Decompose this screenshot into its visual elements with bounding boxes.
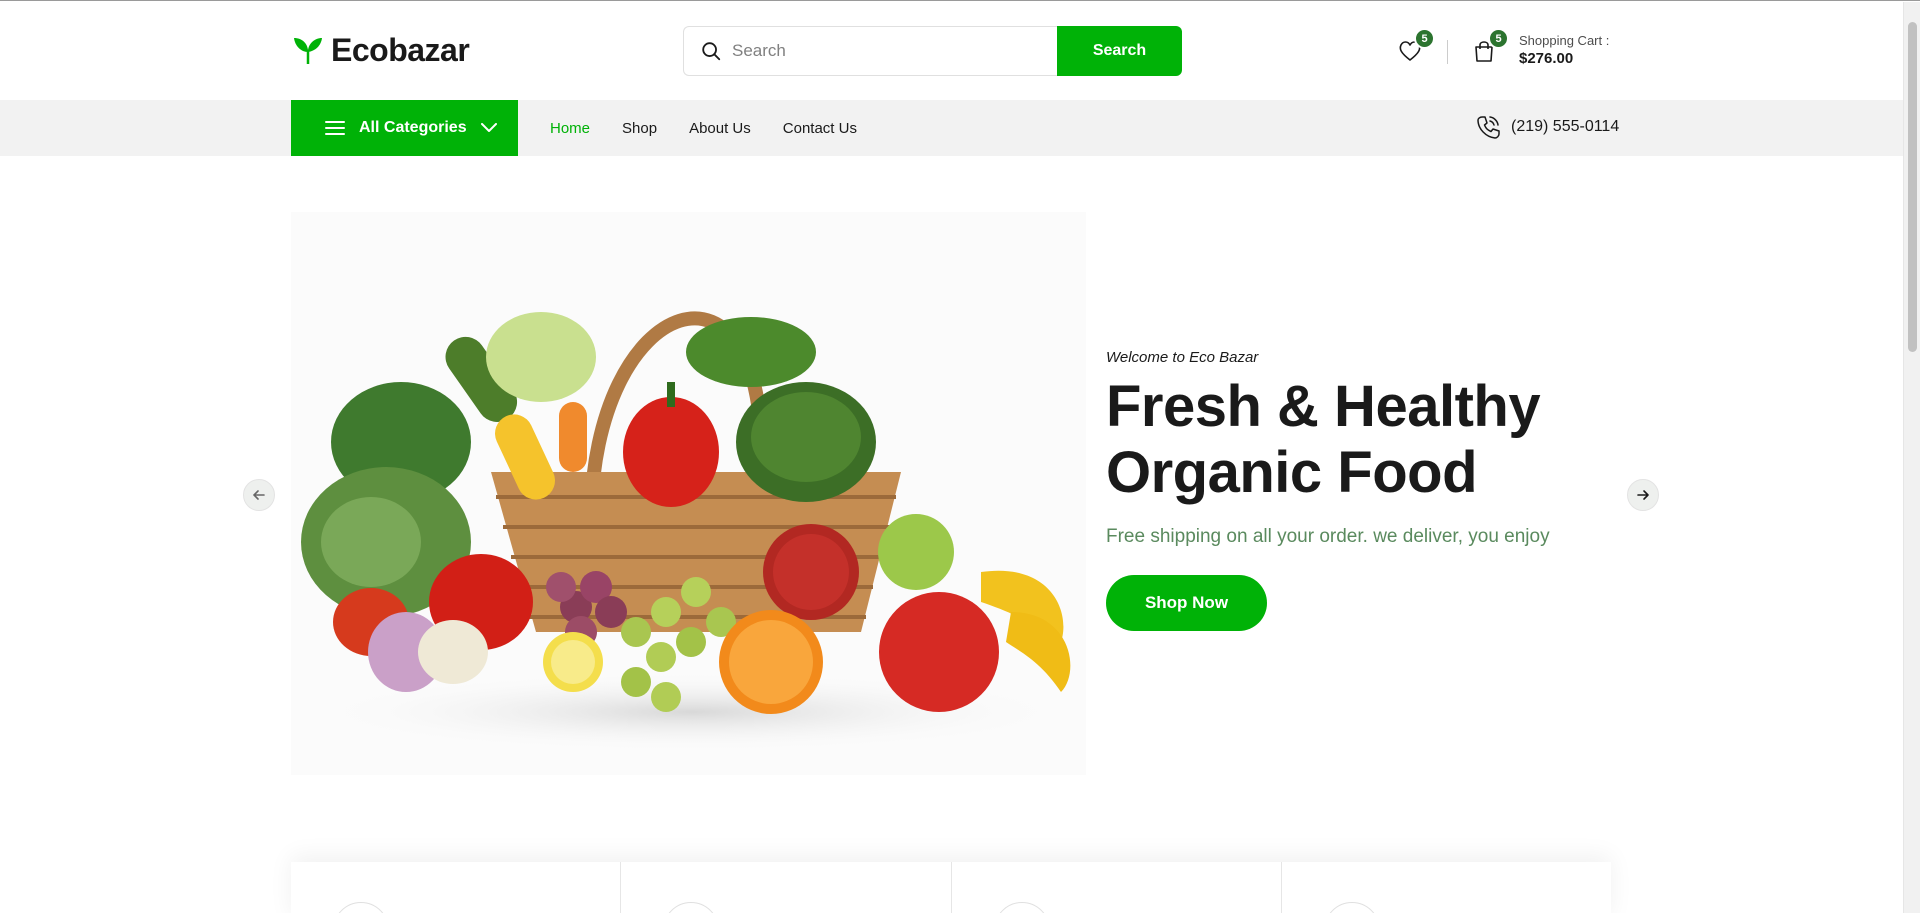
cart-total: $276.00 [1519,50,1574,67]
hero-headline-line-2: Organic Food [1106,440,1478,505]
cart-label: Shopping Cart : [1519,33,1610,48]
search-bar: Search [683,26,1182,76]
nav-item-about-us[interactable]: About Us [689,120,751,137]
page-scrollbar[interactable] [1903,2,1920,913]
phone-contact[interactable]: (219) 555-0114 [1475,114,1619,140]
nav-menu: Home Shop About Us Contact Us [550,100,857,156]
nav-item-contact-us[interactable]: Contact Us [783,120,857,137]
search-icon [702,42,721,61]
cart-count-badge: 5 [1488,28,1509,49]
feature-card [1282,862,1611,913]
arrow-left-icon [253,490,265,500]
cart-summary[interactable]: Shopping Cart : $276.00 [1519,33,1609,67]
logo[interactable]: Ecobazar [291,32,470,69]
shop-now-button[interactable]: Shop Now [1106,575,1267,631]
phone-number: (219) 555-0114 [1511,118,1620,135]
wishlist-button[interactable]: 5 [1397,28,1435,64]
header-divider [1447,40,1448,64]
arrow-right-icon [1637,490,1649,500]
search-field[interactable] [683,26,1057,76]
hero-subtitle: Free shipping on all your order. we deli… [1106,526,1550,547]
feature-icon [993,902,1050,913]
feature-icon [663,902,720,913]
hero-welcome: Welcome to Eco Bazar [1106,349,1259,366]
cart-button[interactable]: 5 [1471,28,1509,64]
search-button[interactable]: Search [1057,26,1182,76]
slider-prev-button[interactable] [243,479,275,511]
features-row [291,862,1611,913]
wishlist-count-badge: 5 [1414,28,1435,49]
leaf-logo-icon [294,37,322,64]
vegetable-basket-illustration [301,311,1071,752]
search-input[interactable] [732,41,1032,61]
feature-card [621,862,952,913]
feature-icon [1323,902,1380,913]
all-categories-button[interactable]: All Categories [291,100,518,156]
feature-icon [333,902,389,913]
feature-card [291,862,622,913]
page: Ecobazar Search 5 5 [0,2,1903,913]
scrollbar-thumb[interactable] [1908,22,1917,352]
hero-image [291,212,1086,775]
nav-item-shop[interactable]: Shop [622,120,657,137]
logo-text: Ecobazar [331,32,470,68]
feature-card [952,862,1282,913]
main-nav: All Categories Home Shop About Us Contac… [0,100,1903,156]
chevron-down-icon [480,123,497,132]
hamburger-icon [325,121,345,135]
slider-next-button[interactable] [1627,479,1659,511]
header: Ecobazar Search 5 5 [0,2,1903,100]
nav-item-home[interactable]: Home [550,120,590,137]
hero-content: Welcome to Eco Bazar Fresh & Healthy Org… [1106,349,1626,631]
all-categories-label: All Categories [359,119,467,136]
hero-headline-line-1: Fresh & Healthy [1106,374,1541,439]
hero-headline: Fresh & Healthy Organic Food [1106,374,1626,506]
phone-icon [1477,116,1500,139]
